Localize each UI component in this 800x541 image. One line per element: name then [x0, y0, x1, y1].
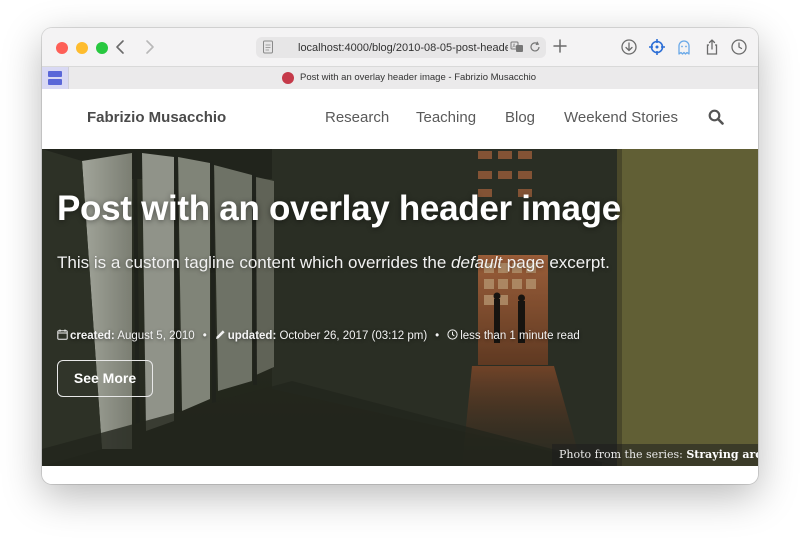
nav-teaching[interactable]: Teaching: [416, 109, 476, 126]
history-button[interactable]: [730, 38, 748, 56]
calendar-icon: [57, 329, 68, 340]
tab-title: Post with an overlay header image - Fabr…: [300, 72, 537, 83]
share-button[interactable]: [703, 38, 721, 56]
title-bar: localhost:4000/blog/2010-08-05-post-head…: [42, 28, 758, 66]
minimize-window-button[interactable]: [76, 42, 88, 54]
address-bar[interactable]: localhost:4000/blog/2010-08-05-post-head…: [256, 37, 546, 58]
svg-text:A: A: [512, 44, 516, 50]
nav-research[interactable]: Research: [325, 109, 389, 126]
new-tab-button[interactable]: [550, 36, 570, 56]
crosshair-icon: [649, 39, 665, 55]
share-icon: [706, 39, 718, 55]
created-date: August 5, 2010: [117, 330, 195, 342]
updated-date: October 26, 2017 (03:12 pm): [279, 330, 428, 342]
download-button[interactable]: [620, 38, 638, 56]
site-brand-link[interactable]: Fabrizio Musacchio: [87, 109, 226, 126]
url-text[interactable]: localhost:4000/blog/2010-08-05-post-head…: [298, 40, 508, 56]
page-tagline: This is a custom tagline content which o…: [57, 253, 610, 272]
back-button[interactable]: [110, 36, 132, 58]
nav-weekend-stories[interactable]: Weekend Stories: [564, 109, 678, 126]
zoom-window-button[interactable]: [96, 42, 108, 54]
search-icon[interactable]: [708, 109, 724, 125]
page-icon: [262, 40, 274, 54]
chevron-right-icon: [146, 40, 154, 54]
image-caption: Photo from the series: Straying around: [552, 444, 758, 466]
see-more-button[interactable]: See More: [57, 360, 153, 397]
favicon-icon: [282, 72, 294, 84]
forward-button[interactable]: [138, 36, 160, 58]
chevron-left-icon: [116, 40, 124, 54]
page-title: Post with an overlay header image: [57, 189, 621, 228]
plus-icon: [553, 39, 567, 53]
ghost-icon: [678, 40, 690, 55]
translate-icon[interactable]: A: [510, 40, 524, 54]
read-time: less than 1 minute read: [460, 330, 580, 342]
clock-icon: [731, 39, 747, 55]
close-window-button[interactable]: [56, 42, 68, 54]
download-icon: [621, 39, 637, 55]
nav-blog[interactable]: Blog: [505, 109, 535, 126]
post-meta: created: August 5, 2010 • updated: Octobe…: [57, 329, 580, 342]
tab-bar: Post with an overlay header image - Fabr…: [42, 66, 758, 90]
pencil-icon: [215, 329, 226, 340]
tab-active[interactable]: Post with an overlay header image - Fabr…: [282, 70, 542, 86]
caption-series-link[interactable]: Straying around: [686, 448, 758, 461]
clock-icon: [447, 329, 458, 340]
site-header: Fabrizio Musacchio Research Teaching Blo…: [42, 89, 758, 149]
sidebar-toggle-button[interactable]: [42, 67, 69, 89]
page-content-area: [42, 466, 758, 484]
browser-window: localhost:4000/blog/2010-08-05-post-head…: [42, 28, 758, 484]
hero-header: Post with an overlay header image This i…: [42, 149, 758, 466]
reload-icon[interactable]: [528, 40, 542, 54]
extension-ghost-button[interactable]: [675, 38, 693, 56]
sidebar-icon: [48, 71, 62, 77]
extension-target-button[interactable]: [648, 38, 666, 56]
